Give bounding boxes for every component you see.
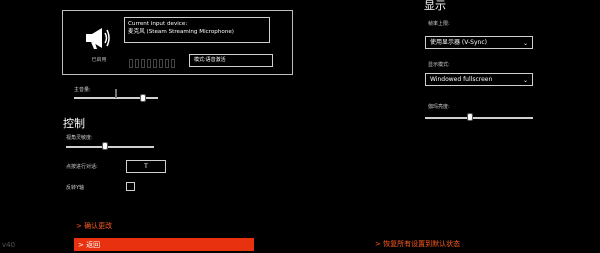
display-heading: 显示 <box>424 0 446 12</box>
master-volume-label: 主音量: <box>74 87 91 93</box>
reset-defaults-button[interactable]: > 恢复所有设置到默认状态 <box>375 239 460 249</box>
push-to-talk-label: 点按进行对话: <box>66 164 98 170</box>
invert-y-label: 反转Y轴 <box>66 185 85 191</box>
framerate-select[interactable]: 使用显示器 (V-Sync) ⌄ <box>425 36 533 49</box>
input-device-title: Current input device: <box>128 21 188 27</box>
mic-level-bar <box>141 59 145 68</box>
mic-level-bar <box>135 59 139 68</box>
input-device-name: 麦克风 (Steam Streaming Microphone) <box>128 29 234 35</box>
mic-status-label: 已启用 <box>91 57 107 63</box>
invert-y-checkbox[interactable] <box>126 182 135 191</box>
sensitivity-thumb[interactable] <box>101 142 108 150</box>
gamma-thumb[interactable] <box>467 113 474 121</box>
back-button-label: > 返回 <box>78 241 101 249</box>
mic-level-meter <box>129 58 175 68</box>
framerate-label: 帧率上限: <box>428 21 450 27</box>
display-mode-label: 显示模式: <box>428 62 450 68</box>
mic-level-bar <box>153 59 157 68</box>
controls-heading: 控制 <box>63 117 85 130</box>
megaphone-icon <box>86 28 110 49</box>
mic-panel: 已启用 Current input device: 麦克风 (Steam Str… <box>62 10 293 75</box>
version-label: v40 <box>2 241 16 249</box>
chevron-down-icon: ⌄ <box>522 40 528 47</box>
mic-level-bar <box>159 59 163 68</box>
display-mode-value: Windowed fullscreen <box>430 76 493 83</box>
chevron-down-icon: ⌄ <box>522 77 528 84</box>
sensitivity-track[interactable] <box>66 146 154 148</box>
sensitivity-label: 视角灵敏度: <box>66 135 93 141</box>
mic-level-bar <box>171 59 175 68</box>
master-volume-default-marker <box>115 89 117 98</box>
push-to-talk-key-button[interactable]: T <box>126 160 166 173</box>
confirm-changes-button[interactable]: > 确认更改 <box>76 221 112 231</box>
gamma-track[interactable] <box>425 117 533 119</box>
voice-mode-select[interactable]: 模式:语音激活 <box>189 54 273 67</box>
framerate-value: 使用显示器 (V-Sync) <box>430 39 487 46</box>
mic-level-bar <box>147 59 151 68</box>
gamma-label: 伽玛亮度: <box>428 104 450 110</box>
mic-level-bar <box>129 59 133 68</box>
master-volume-thumb[interactable] <box>139 94 146 102</box>
mic-level-bar <box>165 59 169 68</box>
input-device-box: Current input device: 麦克风 (Steam Streami… <box>124 17 270 43</box>
display-mode-select[interactable]: Windowed fullscreen ⌄ <box>425 73 533 86</box>
back-button[interactable]: > 返回 <box>74 238 254 251</box>
